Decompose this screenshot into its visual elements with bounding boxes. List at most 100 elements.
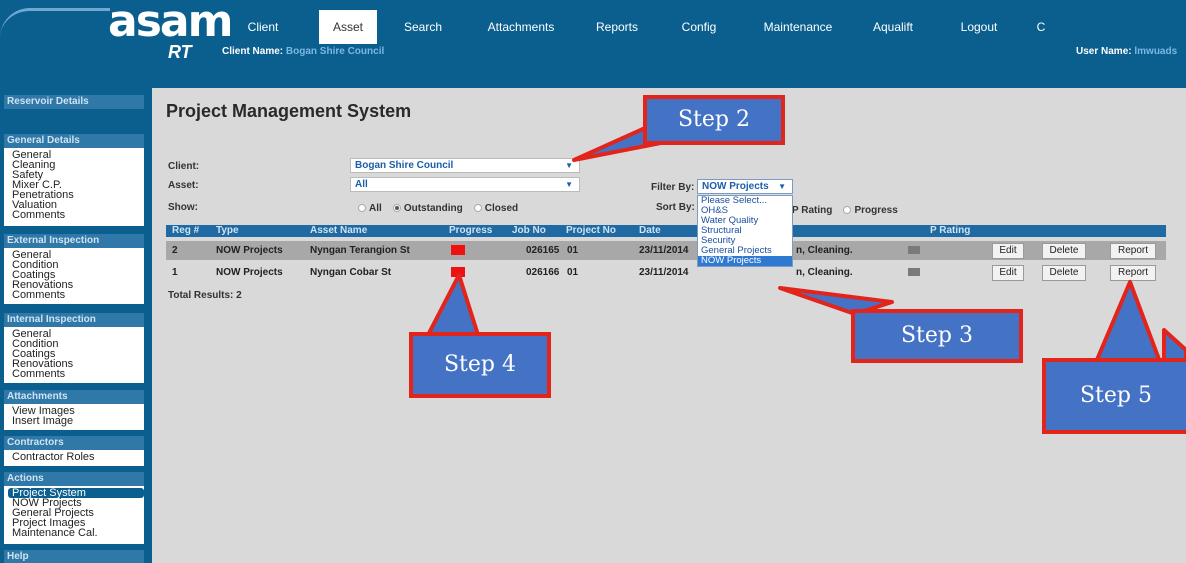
sort-radio-group: P Rating Progress: [792, 204, 906, 216]
sort-label: Sort By:: [656, 202, 695, 213]
sidebar-item-insert-image[interactable]: Insert Image: [12, 416, 144, 427]
cell-description: n, Cleaning.: [796, 245, 853, 256]
radio-outstanding[interactable]: [392, 204, 401, 213]
nav-config[interactable]: Config: [669, 10, 729, 44]
nav-maintenance[interactable]: Maintenance: [753, 10, 843, 44]
radio-closed[interactable]: [473, 204, 482, 213]
sidebar-group-internal: General Condition Coatings Renovations C…: [4, 327, 144, 383]
col-reg[interactable]: Reg #: [172, 225, 199, 237]
filter-select[interactable]: NOW Projects ▼: [697, 179, 793, 194]
cell-project-no: 01: [567, 245, 579, 256]
cell-job-no: 026165: [526, 245, 560, 256]
report-button[interactable]: Report: [1110, 243, 1156, 259]
nav-search[interactable]: Search: [389, 10, 457, 44]
user-name-value: lmwuads: [1134, 46, 1178, 57]
radio-closed-label[interactable]: Closed: [485, 203, 518, 214]
progress-indicator: [451, 245, 465, 255]
filter-select-value: NOW Projects: [702, 181, 769, 192]
col-p-rating[interactable]: P Rating: [930, 225, 970, 237]
filter-label: Filter By:: [651, 182, 695, 193]
asset-select[interactable]: All ▼: [350, 177, 580, 192]
asset-label: Asset:: [168, 180, 199, 191]
cell-date: 23/11/2014: [639, 245, 689, 256]
show-label: Show:: [168, 202, 198, 213]
radio-progress-label[interactable]: Progress: [854, 205, 897, 216]
main-content: [158, 93, 1186, 563]
report-button[interactable]: Report: [1110, 265, 1156, 281]
sidebar-item-int-comments[interactable]: Comments: [12, 369, 144, 380]
nav-client[interactable]: Client: [215, 10, 311, 44]
sidebar-group-actions: Project System NOW Projects General Proj…: [4, 486, 144, 544]
sidebar-group-external: General Condition Coatings Renovations C…: [4, 248, 144, 304]
nav-logout[interactable]: Logout: [949, 10, 1009, 44]
chevron-down-icon: ▼: [778, 182, 786, 191]
client-label: Client:: [168, 161, 200, 172]
sidebar-item-contractor-roles[interactable]: Contractor Roles: [12, 452, 144, 463]
sidebar-head-general: General Details: [4, 134, 144, 148]
nav-reports[interactable]: Reports: [587, 10, 647, 44]
show-radio-group: All Outstanding Closed: [358, 202, 526, 214]
sidebar-item-reservoir-details[interactable]: Reservoir Details: [4, 95, 144, 109]
delete-button[interactable]: Delete: [1042, 243, 1086, 259]
filter-option-selected[interactable]: NOW Projects: [698, 256, 792, 266]
callout-step3: Step 3: [851, 309, 1023, 363]
edit-button[interactable]: Edit: [992, 243, 1024, 259]
cell-type: NOW Projects: [216, 267, 283, 278]
logo-text: asam: [108, 0, 233, 47]
col-job-no[interactable]: Job No: [512, 225, 546, 237]
col-project-no[interactable]: Project No: [566, 225, 616, 237]
cell-date: 23/11/2014: [639, 267, 689, 278]
nav-aqualift[interactable]: Aqualift: [863, 10, 923, 44]
col-progress[interactable]: Progress: [449, 225, 492, 237]
client-name-value: Bogan Shire Council: [285, 46, 385, 57]
logo-subtext: RT: [168, 42, 192, 62]
sidebar-group-general: General Cleaning Safety Mixer C.P. Penet…: [4, 148, 144, 226]
top-nav: Client Asset Search Attachments Reports …: [215, 10, 1051, 44]
sidebar-head-external: External Inspection: [4, 234, 144, 248]
callout-step2: Step 2: [643, 95, 785, 145]
cell-asset-name: Nyngan Terangion St: [310, 245, 410, 256]
callout-step5: Step 5: [1042, 358, 1186, 434]
sidebar-group-contractors: Contractor Roles: [4, 450, 144, 466]
sidebar-item-maintenance-cal[interactable]: Maintenance Cal.: [12, 528, 144, 539]
sidebar-head-internal: Internal Inspection: [4, 313, 144, 327]
client-name-label: Client Name:: [222, 46, 284, 57]
cell-project-no: 01: [567, 267, 579, 278]
nav-more[interactable]: C: [1031, 10, 1051, 44]
nav-attachments[interactable]: Attachments: [471, 10, 571, 44]
col-date[interactable]: Date: [639, 225, 661, 237]
p-rating-indicator: [908, 268, 920, 276]
delete-button[interactable]: Delete: [1042, 265, 1086, 281]
sidebar-group-attachments: View Images Insert Image: [4, 404, 144, 430]
cell-reg: 2: [172, 245, 178, 256]
total-results: Total Results: 2: [168, 290, 242, 301]
logo-swoosh: [0, 8, 110, 38]
radio-all[interactable]: [358, 204, 366, 213]
sidebar-head-help[interactable]: Help: [4, 550, 144, 563]
radio-outstanding-label[interactable]: Outstanding: [404, 203, 463, 214]
table-row[interactable]: 2 NOW Projects Nyngan Terangion St 02616…: [166, 241, 1166, 260]
filter-dropdown-list: Please Select... OH&S Water Quality Stru…: [697, 195, 793, 267]
radio-prating-label[interactable]: P Rating: [792, 205, 832, 216]
chevron-down-icon: ▼: [565, 180, 573, 189]
radio-all-label[interactable]: All: [369, 203, 382, 214]
col-asset-name[interactable]: Asset Name: [310, 225, 367, 237]
sidebar-item-ext-comments[interactable]: Comments: [12, 290, 144, 301]
p-rating-indicator: [908, 246, 920, 254]
client-name-line: Client Name: Bogan Shire Council: [222, 46, 384, 57]
cell-type: NOW Projects: [216, 245, 283, 256]
edit-button[interactable]: Edit: [992, 265, 1024, 281]
cell-description: n, Cleaning.: [796, 267, 853, 278]
page-title: Project Management System: [166, 101, 412, 121]
radio-progress[interactable]: [843, 206, 852, 215]
table-row[interactable]: 1 NOW Projects Nyngan Cobar St 026166 01…: [166, 263, 1166, 282]
sidebar-head-attachments: Attachments: [4, 390, 144, 404]
client-select[interactable]: Bogan Shire Council ▼: [350, 158, 580, 173]
progress-indicator: [451, 267, 465, 277]
nav-asset[interactable]: Asset: [319, 10, 377, 44]
sidebar-head-contractors: Contractors: [4, 436, 144, 450]
col-type[interactable]: Type: [216, 225, 239, 237]
sidebar: Reservoir Details General Details Genera…: [0, 88, 152, 563]
logo: asam RT: [0, 0, 233, 70]
sidebar-item-comments[interactable]: Comments: [12, 210, 144, 221]
